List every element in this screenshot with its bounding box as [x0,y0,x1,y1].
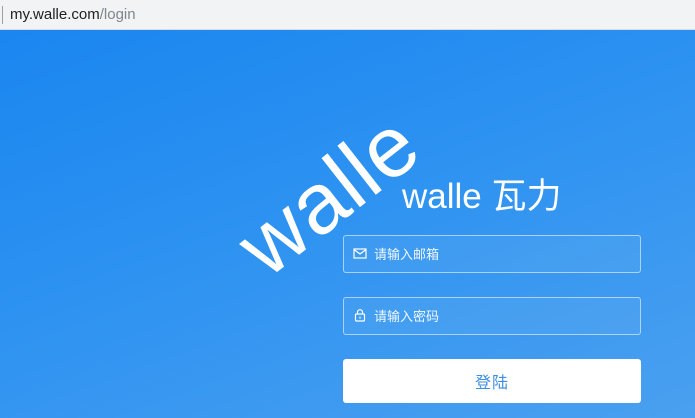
browser-address-bar[interactable]: my.walle.com/login [0,0,695,30]
text-cursor [2,6,3,24]
password-input[interactable] [374,298,634,334]
page-title: walle 瓦力 [402,177,562,216]
login-page: walle walle 瓦力 登陆 [0,30,695,418]
url-path: /login [99,6,136,23]
lock-icon [354,309,366,322]
login-button[interactable]: 登陆 [343,359,641,403]
password-field[interactable] [343,297,641,335]
mail-icon [353,248,367,259]
email-field[interactable] [343,235,641,273]
url-text[interactable]: my.walle.com/login [10,5,136,25]
url-host: my.walle.com [10,6,100,23]
email-input[interactable] [374,236,634,272]
